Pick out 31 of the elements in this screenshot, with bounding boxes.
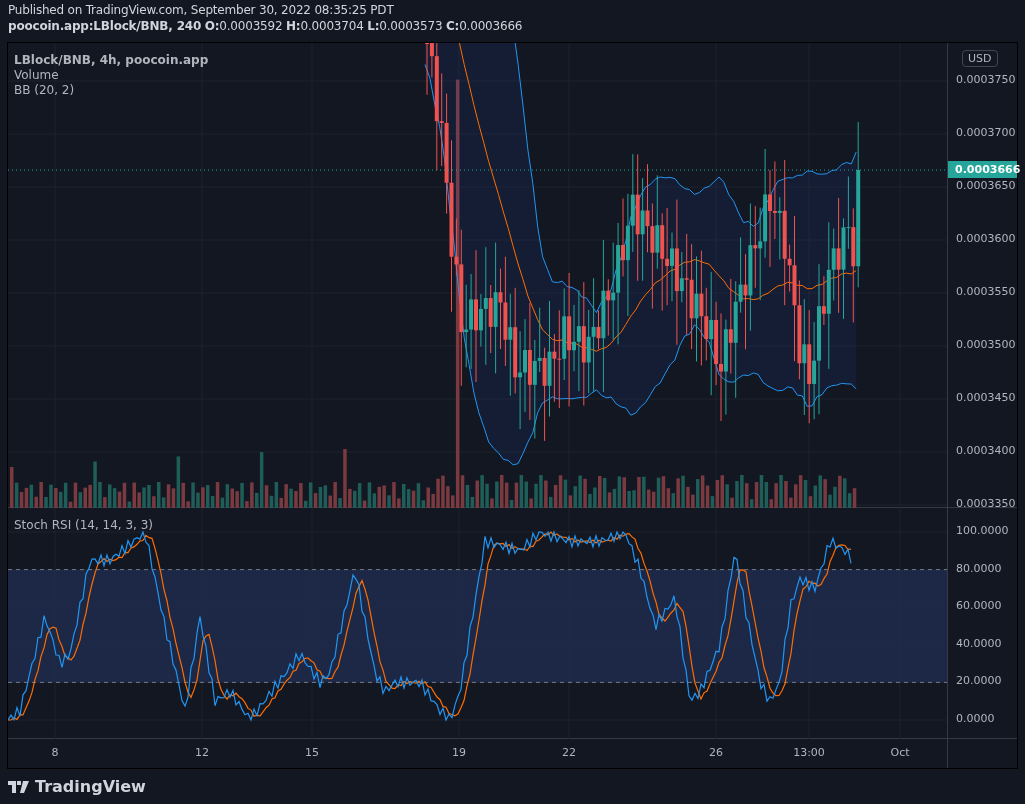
indicator-legend: Volume — [14, 68, 209, 82]
stoch-tick: 100.0000 — [956, 524, 1009, 537]
indicator-legend: BB (20, 2) — [14, 83, 209, 97]
stoch-tick: 20.0000 — [956, 674, 1002, 688]
indicator-legend: Stoch RSI (14, 14, 3, 3) — [14, 518, 154, 532]
time-tick: 12 — [195, 746, 209, 759]
stoch-tick: 80.0000 — [956, 561, 1002, 575]
price-tick: 0.0003500 — [956, 338, 1016, 351]
stoch-tick: 40.0000 — [956, 636, 1002, 650]
time-tick: 19 — [452, 746, 466, 759]
time-tick: 22 — [562, 746, 576, 759]
indicator-legend: LBlock/BNB, 4h, poocoin.app — [14, 53, 209, 67]
time-tick: 13:00 — [793, 746, 825, 759]
price-tick: 0.0003400 — [956, 444, 1016, 457]
stoch-tick: 60.0000 — [956, 599, 1002, 613]
price-tick: 0.0003650 — [956, 179, 1016, 192]
time-tick: 15 — [305, 746, 319, 759]
brand-name: TradingView — [35, 777, 146, 796]
stoch-tick: 0.0000 — [956, 712, 995, 725]
price-tick: 0.0003350 — [956, 497, 1016, 510]
currency-button[interactable]: USD — [962, 50, 998, 67]
published-caption: Published on TradingView.com, September 30, 2022 08:35:25 PDT — [8, 3, 395, 17]
time-tick: Oct — [890, 746, 910, 759]
price-tick: 0.0003550 — [956, 285, 1016, 298]
time-tick: 8 — [51, 746, 59, 759]
price-tick: 0.0003450 — [956, 391, 1016, 404]
price-tick: 0.0003600 — [956, 232, 1016, 245]
ohlc-readout: poocoin.app:LBlock/BNB, 240 O:0.0003592 H:0.0003704 L:0.0003573 C:0.0003666 — [8, 19, 524, 33]
price-tick: 0.0003750 — [956, 73, 1016, 86]
time-tick: 26 — [709, 746, 723, 759]
price-tick: 0.0003700 — [956, 126, 1016, 139]
